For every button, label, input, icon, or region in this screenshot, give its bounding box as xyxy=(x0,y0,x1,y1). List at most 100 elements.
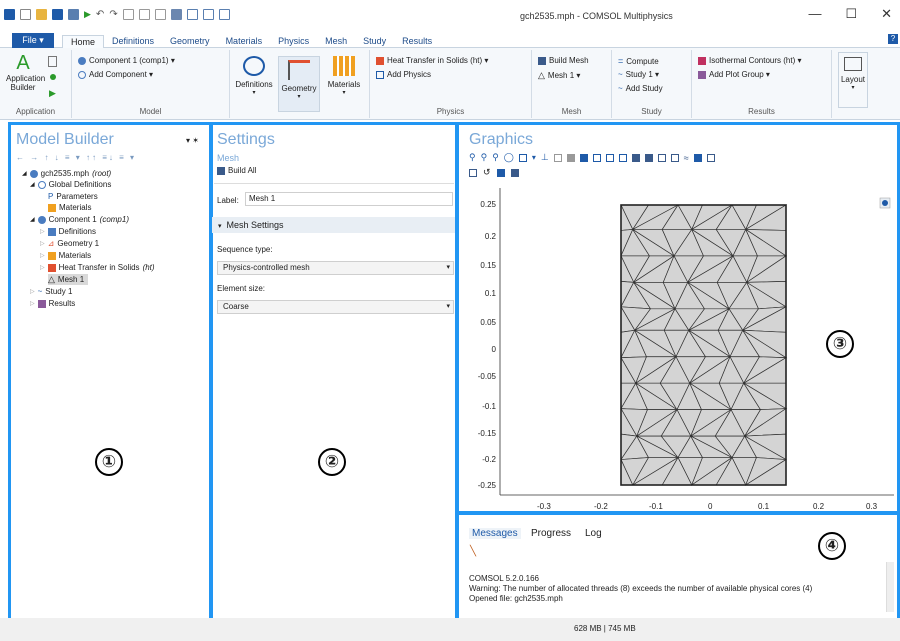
undo-icon[interactable]: ↶ xyxy=(96,9,104,20)
select-boundaries-icon[interactable] xyxy=(644,153,653,162)
delete-icon[interactable] xyxy=(170,9,182,20)
render-icon[interactable] xyxy=(592,153,601,162)
label-field[interactable]: Mesh 1 xyxy=(245,192,453,206)
tree-node-component[interactable]: ◢ Component 1 (comp1) xyxy=(30,215,129,224)
hide-icon[interactable]: ≈ xyxy=(684,153,689,163)
scene-light-icon[interactable] xyxy=(579,153,588,162)
y-tick-label: -0.25 xyxy=(477,481,496,490)
new-file-icon[interactable] xyxy=(20,9,31,20)
panel-menu-icon[interactable]: ▾ ✶ xyxy=(186,136,199,145)
study-dropdown[interactable]: ~ Study 1 ▾ xyxy=(618,70,659,79)
tree-node-heat-transfer[interactable]: ▷ Heat Transfer in Solids (ht) xyxy=(40,263,155,272)
copy-icon[interactable] xyxy=(122,9,134,20)
add-component-button[interactable]: Add Component ▾ xyxy=(78,70,153,79)
model-builder-toolbar[interactable]: ← → ↑ ↓ ≡ ▾ ↑↑ ≡↓ ≡ ▾ xyxy=(16,153,136,162)
sequence-type-select[interactable]: Physics-controlled mesh ▾ xyxy=(217,261,454,275)
refresh-icon[interactable]: ↺ xyxy=(483,167,491,178)
add-physics-button[interactable]: Add Physics xyxy=(376,70,431,79)
tab-messages[interactable]: Messages xyxy=(469,528,521,539)
y-tick-label: 0.1 xyxy=(484,289,496,298)
tree-node-parameters[interactable]: P Parameters xyxy=(48,192,98,201)
reset-desktop-icon[interactable] xyxy=(218,9,230,20)
method-icon[interactable] xyxy=(48,56,57,67)
grid-icon[interactable] xyxy=(605,153,614,162)
reset-hiding-icon[interactable] xyxy=(706,153,715,162)
select-points-icon[interactable] xyxy=(670,153,679,162)
tab-log[interactable]: Log xyxy=(585,528,602,539)
close-button[interactable]: ✕ xyxy=(881,6,892,22)
save-as-icon[interactable] xyxy=(68,9,79,20)
zoom-in-icon[interactable]: ⚲ xyxy=(469,152,476,163)
view-icon[interactable] xyxy=(618,153,627,162)
redo-icon[interactable]: ↷ xyxy=(109,9,117,20)
tree-node-geometry[interactable]: ▷ ⊿ Geometry 1 xyxy=(40,239,99,248)
tab-home[interactable]: Home xyxy=(62,35,105,49)
wireframe-icon[interactable] xyxy=(566,153,575,162)
window-layout-icon[interactable] xyxy=(202,9,214,20)
tab-definitions[interactable]: Definitions xyxy=(104,35,162,49)
show-hidden-icon[interactable] xyxy=(693,153,702,162)
tree-node-mesh[interactable]: △ Mesh 1 xyxy=(48,274,89,285)
add-study-button[interactable]: ~ Add Study xyxy=(618,84,663,93)
maximize-button[interactable]: ☐ xyxy=(845,6,857,22)
record-method-icon[interactable] xyxy=(50,74,56,80)
tree-node-results[interactable]: ▷ Results xyxy=(30,299,75,308)
element-size-select[interactable]: Coarse ▾ xyxy=(217,300,454,314)
clear-selection-icon[interactable] xyxy=(469,168,477,177)
print-icon[interactable] xyxy=(510,168,519,177)
axes-icon[interactable]: ⊥ xyxy=(541,152,549,163)
paste-icon[interactable] xyxy=(138,9,150,20)
geometry-button[interactable]: Geometry ▾ xyxy=(278,56,320,112)
select-domains-icon[interactable] xyxy=(631,153,640,162)
application-builder-button[interactable]: A Application Builder xyxy=(6,52,45,92)
zoom-extents-icon[interactable] xyxy=(518,153,527,162)
select-dropdown-icon[interactable]: ▾ xyxy=(532,153,536,162)
layout-button[interactable]: Layout ▾ xyxy=(838,52,868,108)
save-icon[interactable] xyxy=(52,9,63,20)
tree-node-definitions[interactable]: ▷ Definitions xyxy=(40,227,96,236)
tree-node-root[interactable]: ◢ gch2535.mph (root) xyxy=(22,169,111,178)
transparency-icon[interactable] xyxy=(553,153,562,162)
build-mesh-button[interactable]: Build Mesh xyxy=(538,56,589,65)
tree-node-study[interactable]: ▷ ~ Study 1 xyxy=(30,287,72,296)
tab-physics[interactable]: Physics xyxy=(270,35,317,49)
tab-results[interactable]: Results xyxy=(394,35,440,49)
tab-geometry[interactable]: Geometry xyxy=(162,35,218,49)
physics-dropdown[interactable]: Heat Transfer in Solids (ht) ▾ xyxy=(376,56,488,65)
model-tree-icon[interactable] xyxy=(186,9,198,20)
ribbon-tabs: Home Definitions Geometry Materials Phys… xyxy=(62,35,440,49)
zoom-out-icon[interactable]: ⚲ xyxy=(481,152,488,163)
window-controls: — ☐ ✕ xyxy=(808,6,892,22)
tree-node-materials[interactable]: ▷ Materials xyxy=(40,251,91,260)
file-menu-button[interactable]: File ▾ xyxy=(12,33,54,48)
build-all-button[interactable]: Build All xyxy=(217,166,256,175)
component-dropdown[interactable]: Component 1 (comp1) ▾ xyxy=(78,56,175,65)
run-icon[interactable]: ▶ xyxy=(84,9,91,20)
open-folder-icon[interactable] xyxy=(36,9,47,20)
x-tick-label: 0 xyxy=(708,502,713,511)
help-icon[interactable]: ? xyxy=(888,34,898,44)
zoom-box-icon[interactable]: ⚲ xyxy=(492,152,499,163)
plot-group-dropdown[interactable]: Isothermal Contours (ht) ▾ xyxy=(698,56,802,65)
tab-mesh[interactable]: Mesh xyxy=(317,35,355,49)
zoom-selected-icon[interactable]: ◯ xyxy=(504,152,514,163)
axes-orientation-icon[interactable] xyxy=(879,197,891,209)
mesh-dropdown[interactable]: △ Mesh 1 ▾ xyxy=(538,70,580,81)
add-plot-group-button[interactable]: Add Plot Group ▾ xyxy=(698,70,770,79)
select-edges-icon[interactable] xyxy=(657,153,666,162)
tree-node-global-materials[interactable]: Materials xyxy=(48,203,91,212)
mesh-settings-section[interactable]: ▾ Mesh Settings xyxy=(212,217,456,233)
messages-scrollbar[interactable] xyxy=(886,562,894,612)
clear-messages-icon[interactable]: ╲ xyxy=(470,546,476,557)
duplicate-icon[interactable] xyxy=(154,9,166,20)
compute-button[interactable]: = Compute xyxy=(618,56,659,66)
tab-materials[interactable]: Materials xyxy=(218,35,271,49)
tab-progress[interactable]: Progress xyxy=(531,528,571,539)
tree-node-global-definitions[interactable]: ◢ Global Definitions xyxy=(30,180,111,189)
run-application-icon[interactable]: ▶ xyxy=(49,88,56,99)
minimize-button[interactable]: — xyxy=(808,6,821,22)
definitions-button[interactable]: Definitions ▾ xyxy=(234,56,274,98)
camera-icon[interactable] xyxy=(496,168,505,177)
materials-button[interactable]: Materials ▾ xyxy=(324,56,364,98)
tab-study[interactable]: Study xyxy=(355,35,394,49)
